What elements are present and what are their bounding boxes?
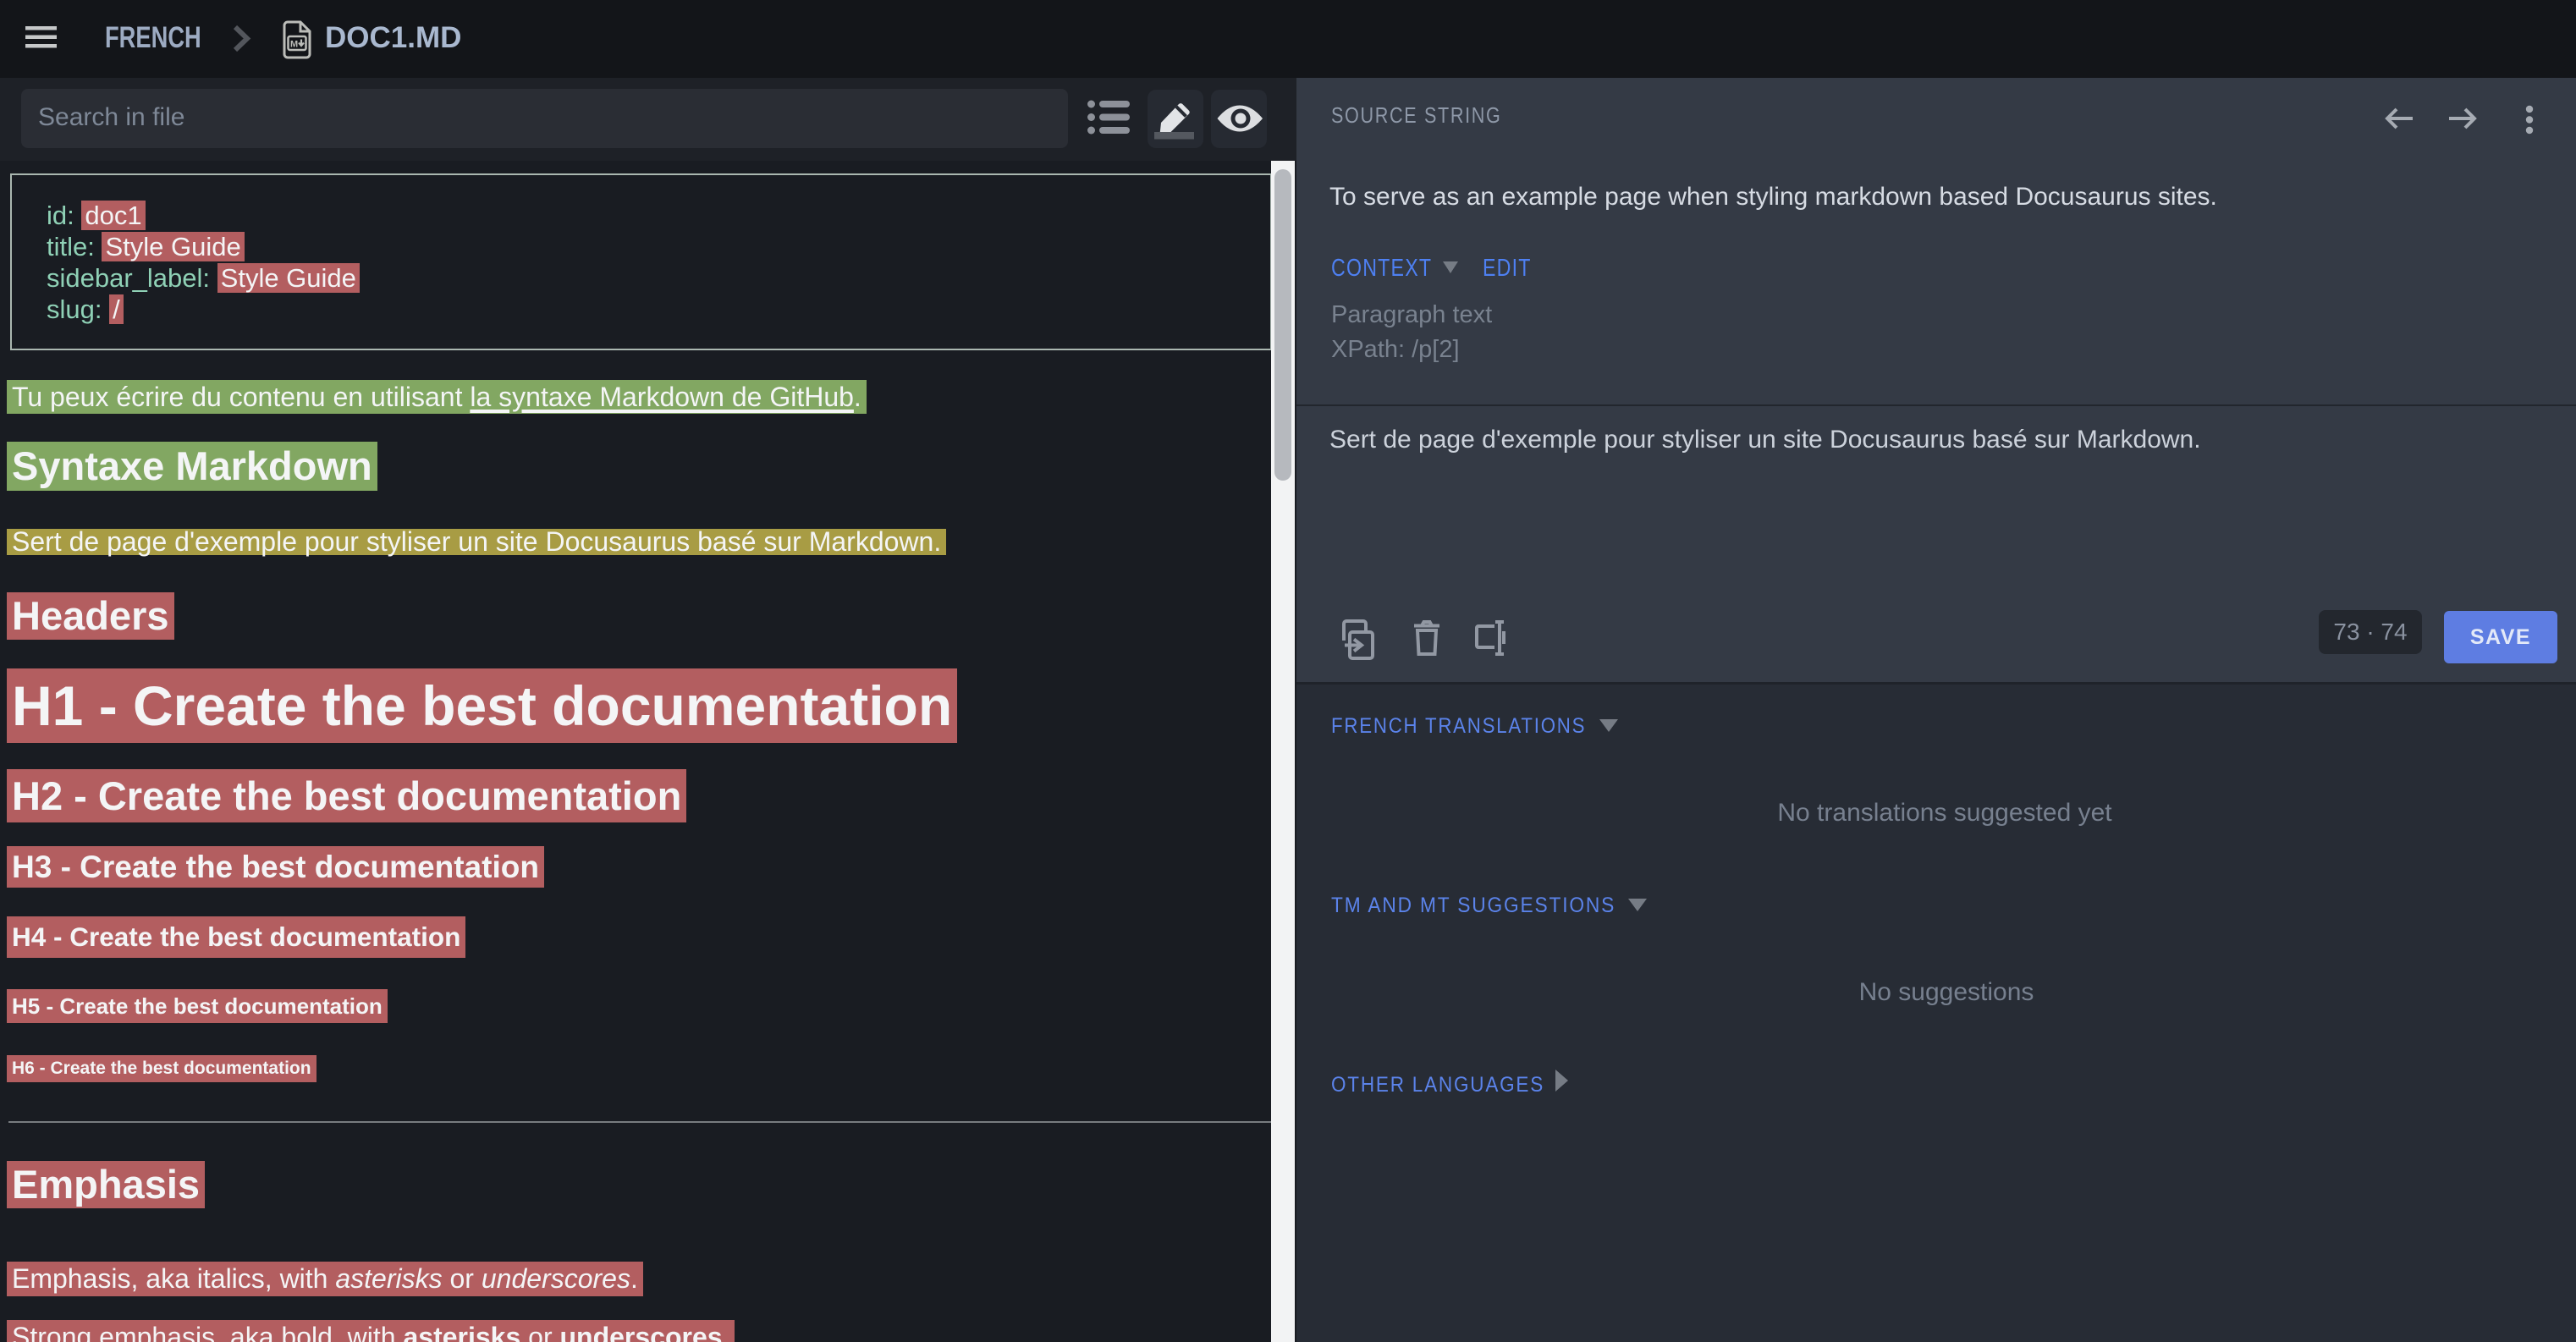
svg-text:M: M bbox=[290, 40, 298, 50]
